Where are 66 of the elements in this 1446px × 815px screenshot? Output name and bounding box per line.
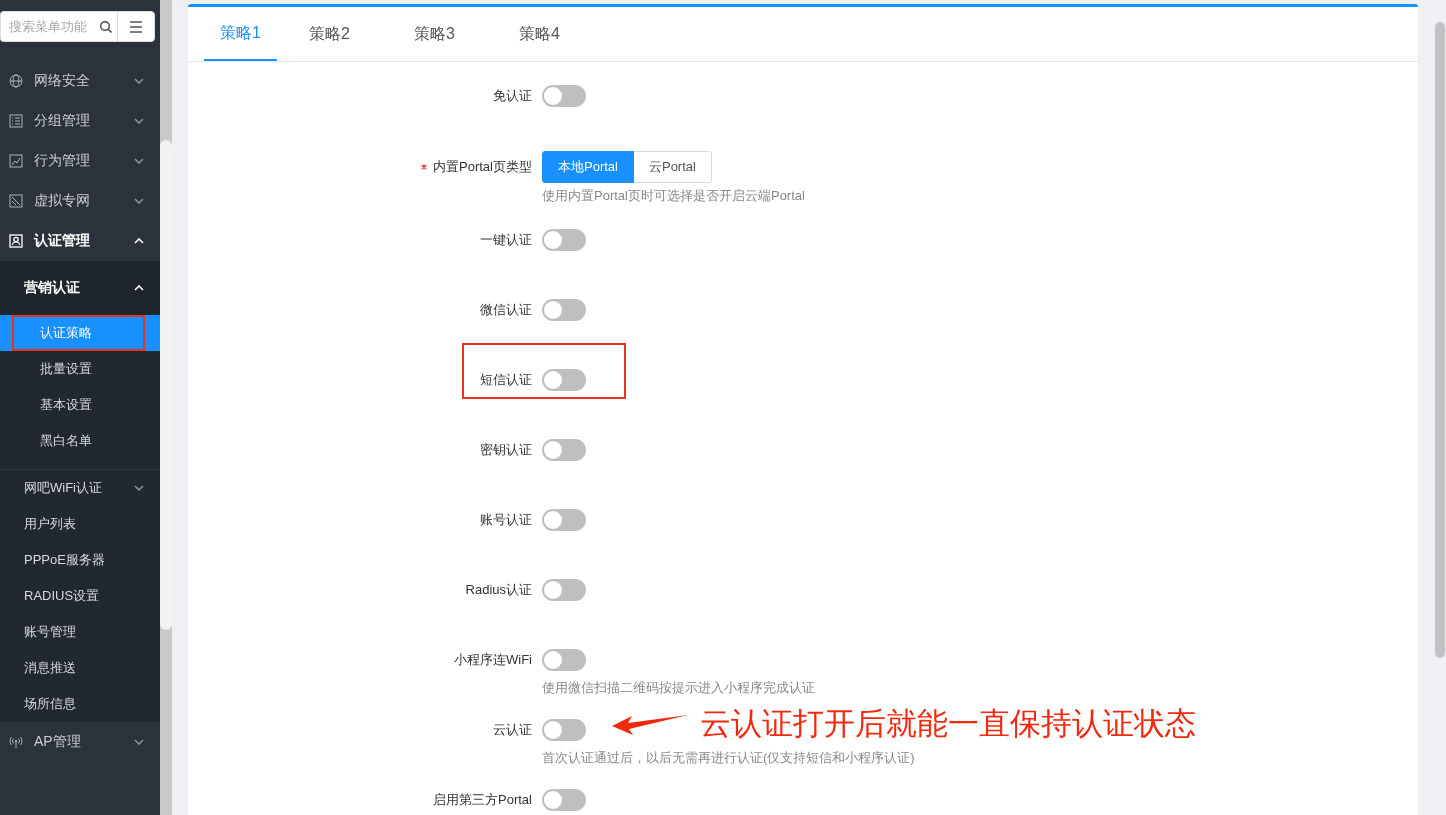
toggle-switch[interactable] [542,299,586,321]
menu-link[interactable]: 批量设置 [0,351,160,387]
toggle-switch[interactable] [542,789,586,811]
hint-text: 首次认证通过后，以后无需再进行认证(仅支持短信和小程序认证) [542,749,916,767]
menu-item[interactable]: AP管理 [0,722,160,762]
menu-button[interactable] [117,11,155,42]
search-field[interactable]: 搜索菜单功能 [0,11,117,42]
chevron-icon [134,78,144,84]
menu-item[interactable]: 行为管理 [0,141,160,181]
submenu-item[interactable]: 消息推送 [0,650,160,686]
submenu-item[interactable]: PPPoE服务器 [0,542,160,578]
menu-item[interactable]: 认证管理 [0,221,160,261]
chevron-icon [134,485,144,491]
field-label: 账号认证 [480,511,532,529]
menu-item[interactable]: 分组管理 [0,101,160,141]
toggle-switch[interactable] [542,229,586,251]
tab[interactable]: 策略3 [414,7,519,61]
hint-text: 使用微信扫描二维码按提示进入小程序完成认证 [542,679,816,697]
scrollbar-thumb[interactable] [160,140,172,630]
submenu-item[interactable]: 账号管理 [0,614,160,650]
chevron-icon [134,118,144,124]
search-icon[interactable] [99,19,113,34]
globe-icon [9,74,23,88]
menu-link[interactable]: 黑白名单 [0,423,160,459]
toggle-switch[interactable] [542,649,586,671]
annotation-text: 云认证打开后就能一直保持认证状态 [700,705,1196,743]
chevron-icon [134,238,144,244]
menu-icon [129,20,143,33]
hint-text: 使用内置Portal页时可选择是否开启云端Portal [542,187,806,205]
antenna-icon [9,735,23,749]
toggle-switch[interactable] [542,509,586,531]
field-label: 内置Portal页类型 [433,158,532,176]
toggle-switch[interactable] [542,579,586,601]
field-label: 短信认证 [480,371,532,389]
toggle-switch[interactable] [542,369,586,391]
chevron-icon [134,158,144,164]
submenu-item[interactable]: RADIUS设置 [0,578,160,614]
field-label: 小程序连WiFi [454,651,532,669]
field-label: 免认证 [493,87,532,105]
tab[interactable]: 策略4 [519,7,624,61]
chart-icon [9,154,23,168]
submenu-item[interactable]: 网吧WiFi认证 [0,470,160,506]
field-label: Radius认证 [465,581,532,599]
list-icon [9,114,23,128]
user-icon [9,234,23,248]
toggle-switch[interactable] [542,85,586,107]
chevron-icon [134,739,144,745]
menu-item[interactable]: 网络安全 [0,61,160,101]
chevron-icon [134,285,144,291]
menu-link[interactable]: 基本设置 [0,387,160,423]
field-label: 一键认证 [480,231,532,249]
field-label: 微信认证 [480,301,532,319]
field-label: 密钥认证 [480,441,532,459]
submenu-item[interactable]: 场所信息 [0,686,160,722]
submenu-item[interactable]: 用户列表 [0,506,160,542]
toggle-switch[interactable] [542,719,586,741]
network-icon [9,194,23,208]
scrollbar-thumb[interactable] [1435,22,1445,658]
toggle-switch[interactable] [542,439,586,461]
field-label: 云认证 [493,721,532,739]
field-label: 启用第三方Portal [433,791,532,809]
tab[interactable]: 策略2 [309,7,414,61]
chevron-icon [134,198,144,204]
segment-option[interactable]: 云Portal [633,151,712,183]
menu-item[interactable]: 虚拟专网 [0,181,160,221]
submenu-item[interactable]: 营销认证 [0,261,160,315]
